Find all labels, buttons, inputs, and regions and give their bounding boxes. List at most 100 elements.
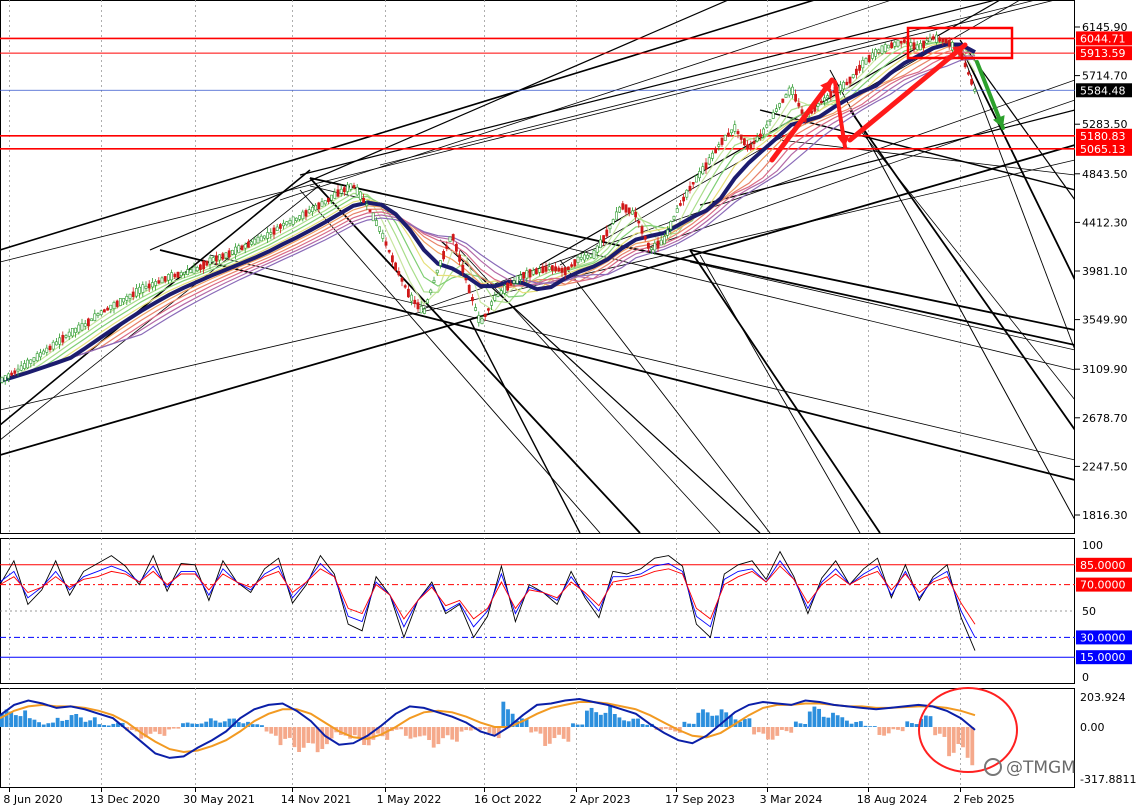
candle-body (915, 44, 919, 50)
candle-body (451, 234, 455, 241)
macd-histogram-bar (770, 727, 775, 740)
macd-histogram-bar (817, 708, 821, 727)
price-tick-label: 1816.30 (1082, 509, 1128, 522)
price-tick-label: 3109.90 (1082, 363, 1128, 376)
macd-histogram-bar (241, 723, 246, 727)
candle-body (87, 318, 90, 327)
macd-histogram-bar (566, 727, 571, 742)
candle-body (342, 187, 346, 193)
candle-body (861, 60, 865, 69)
candle-body (490, 301, 494, 306)
candle-body (678, 203, 682, 206)
macd-histogram-bar (557, 727, 561, 735)
candle-body (797, 102, 801, 107)
candle-body (381, 232, 385, 239)
macd-histogram-bar (218, 722, 223, 727)
candle-body (115, 300, 119, 307)
macd-histogram-bar (710, 715, 715, 727)
candle-body (909, 42, 913, 47)
candle-body (896, 40, 900, 47)
candle-body (838, 84, 842, 91)
price-tick-label: 3549.90 (1082, 314, 1128, 327)
candle-body (890, 42, 894, 49)
candle-body (106, 307, 110, 311)
candle-body (541, 266, 545, 274)
time-tick-label: 16 Oct 2022 (474, 793, 542, 806)
candle-body (963, 62, 967, 68)
candle-body (304, 210, 308, 217)
macd-histogram-bar (798, 723, 803, 727)
candle-body (109, 304, 113, 310)
candle-body (461, 264, 465, 273)
candle-body (464, 277, 468, 281)
macd-histogram-bar (608, 705, 613, 727)
macd-histogram-bar (190, 723, 195, 727)
macd-histogram-bar (167, 727, 171, 730)
candle-body (851, 74, 855, 78)
candle-body (554, 266, 558, 272)
candle-body (103, 309, 106, 313)
candle-body (787, 87, 791, 96)
time-tick-label: 18 Aug 2024 (857, 793, 927, 806)
candle-body (221, 253, 225, 260)
candle-body (538, 268, 542, 273)
candle-body (922, 40, 926, 49)
candle-body (448, 236, 452, 242)
candle-body (691, 181, 695, 185)
candle-body (390, 255, 394, 263)
candle-body (646, 242, 650, 249)
macd-histogram-bar (487, 727, 492, 733)
candle-body (438, 260, 442, 266)
macd-histogram-bar (176, 727, 181, 729)
macd-histogram-bar (431, 727, 436, 748)
oscillator-axis: 85.0000 70.0000 30.0000 15.0000 100 50 0 (1076, 539, 1132, 684)
macd-histogram-bar (464, 727, 469, 731)
candle-body (717, 144, 721, 147)
macd-histogram-bar (747, 718, 752, 727)
macd-histogram-bar (492, 727, 496, 735)
candle-body (528, 269, 532, 278)
candle-body (883, 44, 887, 52)
time-tick-label: 2 Feb 2025 (953, 793, 1014, 806)
candle-body (758, 133, 762, 138)
macd-histogram-bar (106, 725, 111, 727)
candle-body (410, 294, 414, 302)
macd-histogram-bar (153, 727, 158, 732)
candle-body (442, 251, 446, 260)
candle-body (138, 286, 142, 294)
candle-body (582, 254, 586, 261)
candle-body (870, 52, 874, 59)
macd-histogram-bar (92, 717, 97, 727)
candle-body (736, 131, 740, 135)
macd-histogram-bar (585, 710, 589, 727)
macd-histogram-bar (789, 727, 794, 733)
macd-histogram-bar (301, 727, 306, 748)
candle-body (637, 220, 641, 224)
macd-histogram-bar (598, 714, 603, 727)
price-tick-label: 3981.10 (1082, 265, 1128, 278)
macd-histogram-bar (547, 727, 552, 744)
macd-histogram-bar (631, 718, 636, 727)
candle-body (346, 184, 350, 192)
candle-body (397, 271, 401, 276)
candle-body (256, 236, 260, 244)
candle-body (522, 272, 526, 279)
candle-body (931, 36, 935, 40)
candle-body (525, 270, 529, 279)
candle-body (99, 310, 103, 315)
macd-histogram-bar (793, 721, 798, 727)
candle-body (570, 264, 574, 267)
macd-histogram-bar (845, 720, 849, 727)
macd-histogram-bar (942, 727, 947, 737)
candle-body (362, 197, 366, 203)
candle-body (944, 38, 948, 44)
macd-histogram-bar (905, 721, 910, 727)
macd-histogram-bar (947, 727, 951, 757)
macd-histogram-bar (459, 727, 464, 732)
candle-body (22, 363, 26, 369)
candle-body (90, 318, 94, 322)
candle-body (602, 235, 606, 242)
candle-body (774, 108, 778, 112)
candle-body (58, 337, 62, 345)
candle-body (704, 162, 708, 170)
